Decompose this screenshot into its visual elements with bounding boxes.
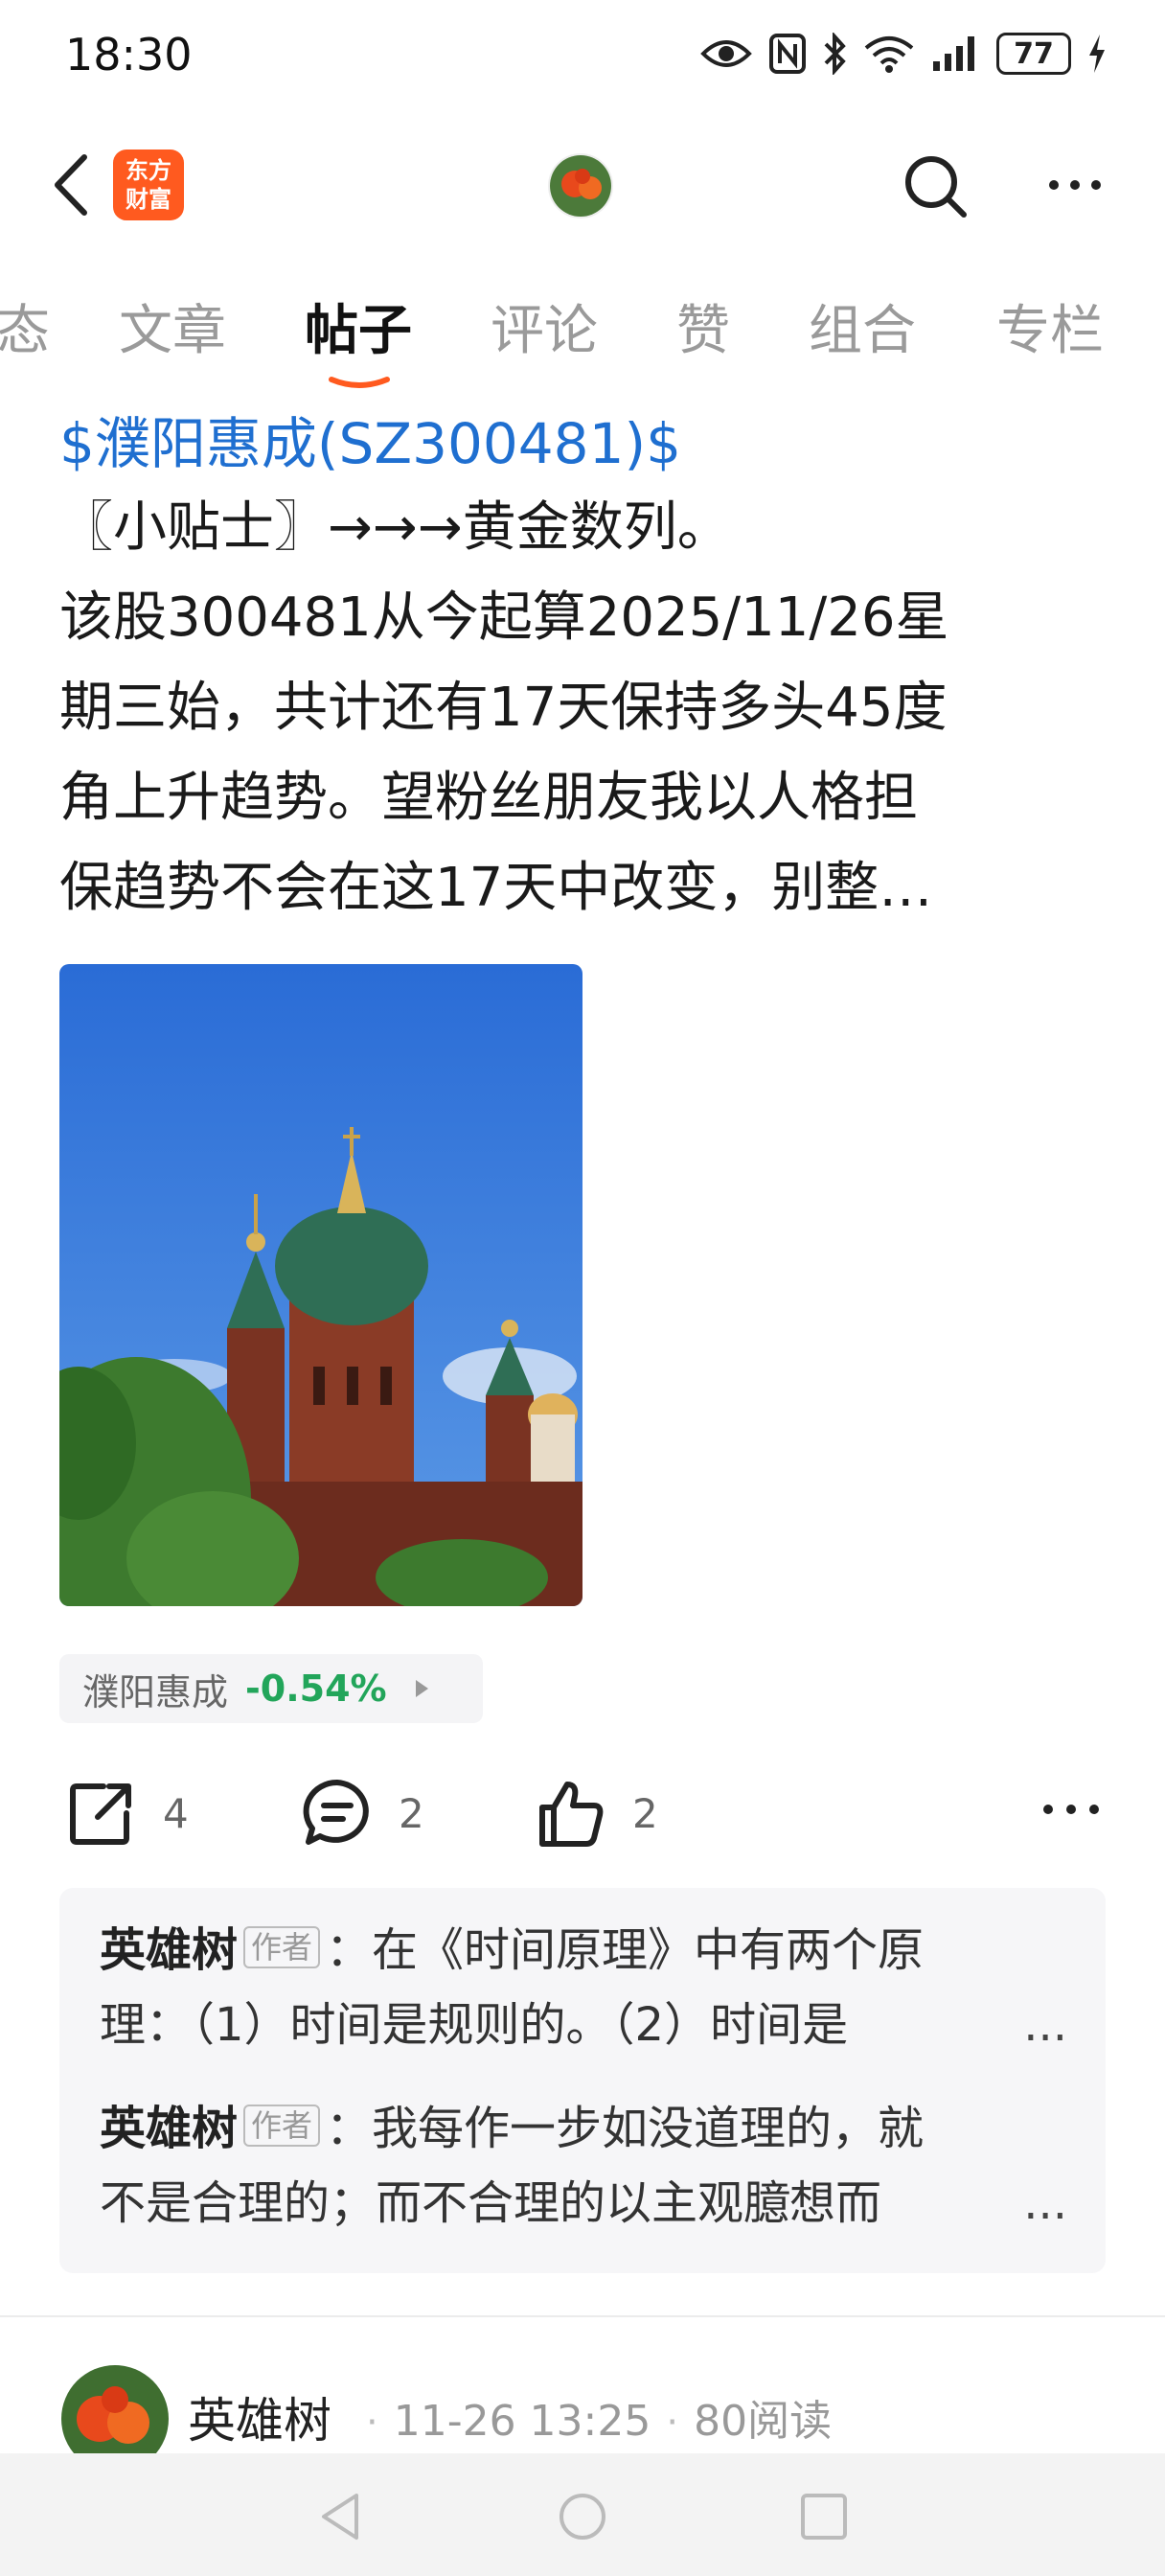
comment-ellipsis: ... <box>1023 2176 1067 2230</box>
author-info: 英雄树 · 11-26 13:25 · 80阅读 <box>188 2382 832 2451</box>
active-tab-indicator <box>329 377 390 388</box>
read-count: 80阅读 <box>694 2397 833 2446</box>
stock-name: 濮阳惠成 <box>82 1670 229 1714</box>
system-back-icon[interactable] <box>314 2490 368 2543</box>
top-nav: 东方 财富 <box>0 134 1165 240</box>
post-line: 期三始，共计还有17天保持多头45度 <box>59 677 948 739</box>
charging-icon <box>1089 34 1105 73</box>
app-logo[interactable]: 东方 财富 <box>113 150 184 220</box>
tab-likes[interactable]: 赞 <box>676 288 730 365</box>
post-line: 保趋势不会在这17天中改变，别整… <box>59 857 933 919</box>
tab-comments[interactable]: 评论 <box>491 288 598 365</box>
eye-icon <box>700 40 752 67</box>
system-nav-bar <box>0 2453 1165 2576</box>
share-button[interactable]: 4 <box>65 1775 189 1852</box>
post-image[interactable] <box>59 964 582 1606</box>
author-tag: 作者 <box>243 1926 321 1968</box>
comment-ellipsis: ... <box>1023 1998 1067 2052</box>
battery-indicator: 77 <box>996 33 1071 75</box>
header-avatar[interactable] <box>548 153 613 218</box>
like-count: 2 <box>632 1789 658 1837</box>
comment-text: ：我每作一步如没道理的，就 <box>326 2102 925 2155</box>
tab-posts[interactable]: 帖子 <box>305 288 412 365</box>
comment-count: 2 <box>399 1789 424 1837</box>
system-recents-icon[interactable] <box>797 2490 851 2543</box>
system-home-icon[interactable] <box>556 2490 609 2543</box>
more-options-icon[interactable] <box>1044 161 1106 209</box>
tab-articles[interactable]: 文章 <box>119 288 226 365</box>
more-actions-icon[interactable] <box>1037 1790 1106 1828</box>
stock-quote-chip[interactable]: 濮阳惠成 -0.54% <box>59 1654 483 1723</box>
divider <box>0 2315 1165 2317</box>
share-count: 4 <box>163 1789 189 1837</box>
comments-preview[interactable]: 英雄树 作者 ：在《时间原理》中有两个原 理：（1）时间是规则的。（2）时间是 ..… <box>59 1888 1106 2273</box>
comment-text: 不是合理的；而不合理的以主观臆想而 <box>100 2176 882 2230</box>
logo-text-line1: 东方 <box>126 157 171 184</box>
logo-text-line2: 财富 <box>126 186 171 213</box>
comment-text: 理：（1）时间是规则的。（2）时间是 <box>100 1998 849 2052</box>
nfc-icon <box>769 34 806 74</box>
post-line: 角上升趋势。望粉丝朋友我以人格担 <box>59 767 918 829</box>
post-line: 该股300481从今起算2025/11/26星 <box>59 586 949 649</box>
comment-text: ：在《时间原理》中有两个原 <box>326 1923 925 1977</box>
wifi-icon <box>864 36 914 73</box>
stock-link[interactable]: $濮阳惠成(SZ300481)$ <box>59 399 681 479</box>
status-icons: 77 <box>699 33 1108 75</box>
tab-dynamic[interactable]: 态 <box>0 288 50 365</box>
author-tag: 作者 <box>243 2104 321 2147</box>
comment-item[interactable]: 英雄树 作者 ：我每作一步如没道理的，就 不是合理的；而不合理的以主观臆想而 ... <box>100 2091 1067 2241</box>
status-time: 18:30 <box>65 29 193 80</box>
chevron-right-icon <box>415 1680 428 1697</box>
comment-author[interactable]: 英雄树 <box>100 1923 238 1977</box>
comment-item[interactable]: 英雄树 作者 ：在《时间原理》中有两个原 理：（1）时间是规则的。（2）时间是 ..… <box>100 1913 1067 2062</box>
author-name[interactable]: 英雄树 <box>188 2382 331 2451</box>
comment-author[interactable]: 英雄树 <box>100 2102 238 2155</box>
post-date: 11-26 13:25 <box>393 2397 651 2446</box>
share-icon <box>70 1783 131 1845</box>
back-arrow-icon[interactable] <box>44 151 102 218</box>
comment-button[interactable]: 2 <box>301 1775 424 1852</box>
tab-bar: 态 文章 帖子 评论 赞 组合 专栏 <box>0 288 1165 393</box>
stock-change: -0.54% <box>245 1668 387 1710</box>
comment-icon <box>303 1779 369 1845</box>
tab-columns[interactable]: 专栏 <box>996 288 1104 365</box>
thumbs-up-icon <box>539 1782 604 1847</box>
post-line: 〖小贴士〗→→→黄金数列。 <box>59 496 731 559</box>
signal-icon <box>933 36 974 71</box>
search-icon[interactable] <box>901 151 970 220</box>
bluetooth-icon <box>824 33 846 75</box>
status-bar: 18:30 77 <box>0 0 1165 115</box>
post-body[interactable]: 〖小贴士〗→→→黄金数列。 该股300481从今起算2025/11/26星 期三… <box>59 483 1113 933</box>
like-button[interactable]: 2 <box>535 1775 658 1852</box>
tab-portfolios[interactable]: 组合 <box>809 288 916 365</box>
